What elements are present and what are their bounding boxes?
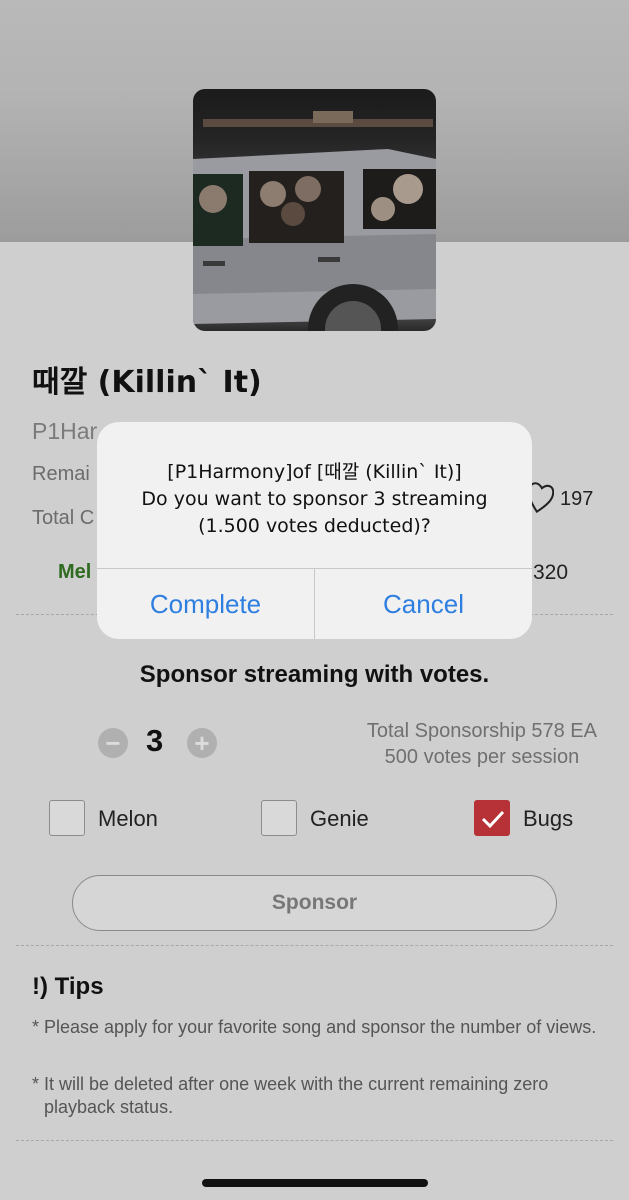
checkmark-icon <box>481 810 505 829</box>
song-title: 때깔 (Killin` It) <box>32 365 262 400</box>
dialog-line-3: (1.500 votes deducted)? <box>198 515 431 537</box>
genie-checkbox[interactable] <box>261 800 297 836</box>
tip-item: * It will be deleted after one week with… <box>32 1073 597 1119</box>
genie-label: Genie <box>310 806 369 831</box>
melon-label: Melon <box>98 806 158 831</box>
tip-bullet: * <box>32 1017 40 1037</box>
home-indicator <box>202 1179 428 1187</box>
section-divider <box>16 1140 613 1141</box>
tips-title: !) Tips <box>32 973 104 1000</box>
votes-per-session-text: 500 votes per session <box>384 746 580 768</box>
total-sponsorship-text: Total Sponsorship 578 EA <box>366 720 597 742</box>
like-count: 197 <box>560 488 594 510</box>
confirm-dialog: [P1Harmony]of [때깔 (Killin` It)] Do you w… <box>97 422 532 639</box>
total-label: Total C <box>32 507 95 529</box>
increase-button[interactable]: + <box>187 728 217 758</box>
bugs-stat-value: 320 <box>533 561 569 584</box>
bugs-checkbox[interactable] <box>474 800 510 836</box>
decrease-button[interactable]: − <box>98 728 128 758</box>
sponsor-heading: Sponsor streaming with votes. <box>139 661 490 688</box>
tip-text: Please apply for your favorite song and … <box>44 1017 597 1037</box>
dialog-line-1: [P1Harmony]of [때깔 (Killin` It)] <box>167 461 462 483</box>
artist-name: P1Har <box>32 418 98 444</box>
section-divider <box>16 945 613 946</box>
sponsor-count: 3 <box>146 723 164 758</box>
album-cover-image <box>193 89 436 331</box>
complete-button[interactable]: Complete <box>97 569 314 639</box>
dialog-line-2: Do you want to sponsor 3 streaming <box>141 488 488 510</box>
melon-stat-label: Mel <box>58 561 92 583</box>
dialog-message: [P1Harmony]of [때깔 (Killin` It)] Do you w… <box>97 459 532 540</box>
bugs-label: Bugs <box>523 806 574 831</box>
like-button[interactable]: 197 <box>526 480 593 519</box>
melon-checkbox[interactable] <box>49 800 85 836</box>
sponsorship-info: Total Sponsorship 578 EA 500 votes per s… <box>367 718 597 770</box>
sponsor-button[interactable]: Sponsor <box>72 875 557 931</box>
tip-bullet: * <box>32 1074 40 1094</box>
tip-text: It will be deleted after one week with t… <box>44 1074 549 1117</box>
tip-item: * Please apply for your favorite song an… <box>32 1016 597 1039</box>
remaining-label: Remai <box>32 463 90 485</box>
cancel-button[interactable]: Cancel <box>315 569 532 639</box>
